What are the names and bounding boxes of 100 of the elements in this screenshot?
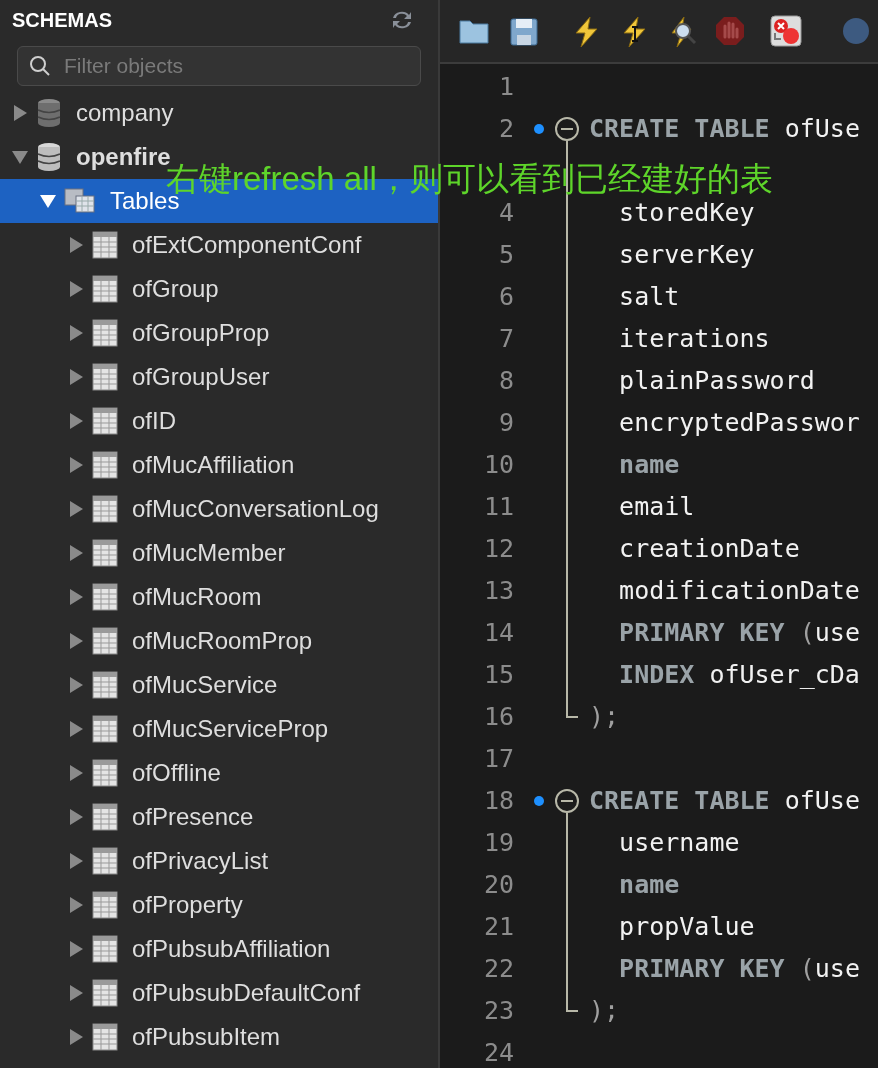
table-icon [92, 363, 118, 391]
code-line: iterations [618, 323, 770, 356]
tree-item[interactable]: ofProperty [132, 891, 243, 919]
expanded-arrow-icon[interactable] [40, 193, 56, 209]
line-number: 11 [482, 491, 514, 524]
collapsed-arrow-icon[interactable] [68, 413, 84, 429]
fold-toggle-icon[interactable] [555, 789, 579, 813]
code-line: email [618, 491, 695, 524]
tree-item[interactable]: ofMucRoomProp [132, 627, 313, 655]
table-icon [92, 275, 118, 303]
tree-item[interactable]: ofPresence [132, 803, 254, 831]
line-number: 20 [482, 869, 514, 902]
line-number: 21 [482, 911, 514, 944]
table-icon [92, 319, 118, 347]
tree-item[interactable]: ofGroupProp [132, 319, 270, 347]
collapsed-arrow-icon[interactable] [68, 369, 84, 385]
collapsed-arrow-icon[interactable] [68, 545, 84, 561]
tree-item[interactable]: ofPrivacyList [132, 847, 269, 875]
collapsed-arrow-icon[interactable] [68, 237, 84, 253]
code-line: name [618, 449, 680, 482]
table-icon [92, 583, 118, 611]
tree-item[interactable]: ofMucService [132, 671, 278, 699]
tree-item[interactable]: ofGroup [132, 275, 219, 303]
tree-item[interactable]: company [76, 99, 174, 127]
collapsed-arrow-icon[interactable] [68, 677, 84, 693]
tree-item[interactable]: ofPubsubAffiliation [132, 935, 331, 963]
table-icon [92, 231, 118, 259]
search-icon [29, 55, 51, 77]
tree-item[interactable]: ofMucMember [132, 539, 286, 567]
table-icon [92, 539, 118, 567]
line-number: 7 [497, 323, 514, 356]
code-line: PRIMARY KEY (use [618, 617, 860, 650]
collapsed-arrow-icon[interactable] [68, 325, 84, 341]
tree-item[interactable]: ofID [132, 407, 176, 435]
line-number: 1 [497, 71, 514, 104]
stop-hand-icon[interactable] [714, 15, 746, 47]
sidebar-title: SCHEMAS [12, 8, 112, 33]
fold-toggle-icon[interactable] [555, 117, 579, 141]
circle-icon[interactable] [840, 15, 872, 47]
tree-item[interactable]: ofPubsubDefaultConf [132, 979, 361, 1007]
table-icon [92, 759, 118, 787]
code-line: CREATE TABLE ofUse [589, 113, 860, 146]
code-line: creationDate [618, 533, 800, 566]
collapsed-arrow-icon[interactable] [68, 721, 84, 737]
expanded-arrow-icon[interactable] [12, 149, 28, 165]
code-line: encryptedPasswor [618, 407, 860, 440]
code-line: username [618, 827, 740, 860]
line-number: 4 [497, 197, 514, 230]
line-number: 2 [497, 113, 514, 146]
table-icon [92, 891, 118, 919]
collapsed-arrow-icon[interactable] [12, 105, 28, 121]
collapsed-arrow-icon[interactable] [68, 501, 84, 517]
collapsed-arrow-icon[interactable] [68, 809, 84, 825]
tree-item[interactable]: ofMucRoom [132, 583, 262, 611]
tree-item[interactable]: ofGroupUser [132, 363, 270, 391]
table-icon [92, 451, 118, 479]
line-number: 16 [482, 701, 514, 734]
code-line: name [618, 869, 680, 902]
collapsed-arrow-icon[interactable] [68, 633, 84, 649]
line-number: 9 [497, 407, 514, 440]
tree-item[interactable]: ofMucAffiliation [132, 451, 295, 479]
collapsed-arrow-icon[interactable] [68, 941, 84, 957]
tree-item[interactable]: ofMucServiceProp [132, 715, 329, 743]
table-icon [92, 803, 118, 831]
table-icon [92, 495, 118, 523]
line-number: 5 [497, 239, 514, 272]
collapsed-arrow-icon[interactable] [68, 589, 84, 605]
collapsed-arrow-icon[interactable] [68, 1029, 84, 1045]
line-number: 18 [482, 785, 514, 818]
code-line: ); [589, 995, 620, 1028]
stop-error-icon[interactable] [770, 15, 802, 47]
database-icon [36, 142, 62, 172]
table-icon [92, 407, 118, 435]
tree-item[interactable]: ofPubsubItem [132, 1023, 281, 1051]
code-line: modificationDate [618, 575, 860, 608]
table-icon [92, 847, 118, 875]
line-number: 12 [482, 533, 514, 566]
line-number: 6 [497, 281, 514, 314]
collapsed-arrow-icon[interactable] [68, 765, 84, 781]
search-field[interactable]: Filter objects [17, 46, 421, 86]
tree-item[interactable]: ofMucConversationLog [132, 495, 379, 523]
collapsed-arrow-icon[interactable] [68, 457, 84, 473]
refresh-icon[interactable] [390, 9, 414, 31]
collapsed-arrow-icon[interactable] [68, 853, 84, 869]
line-number: 17 [482, 743, 514, 776]
line-number: 22 [482, 953, 514, 986]
line-number: 15 [482, 659, 514, 692]
tree-item[interactable]: ofExtComponentConf [132, 231, 362, 259]
table-icon [92, 979, 118, 1007]
save-icon[interactable] [508, 15, 540, 47]
tables-icon [64, 188, 96, 214]
line-number: 10 [482, 449, 514, 482]
code-line: serverKey [618, 239, 755, 272]
collapsed-arrow-icon[interactable] [68, 281, 84, 297]
line-number: 23 [482, 995, 514, 1028]
tree-item[interactable]: ofOffline [132, 759, 221, 787]
table-icon [92, 715, 118, 743]
collapsed-arrow-icon[interactable] [68, 985, 84, 1001]
code-line: PRIMARY KEY (use [618, 953, 860, 986]
collapsed-arrow-icon[interactable] [68, 897, 84, 913]
